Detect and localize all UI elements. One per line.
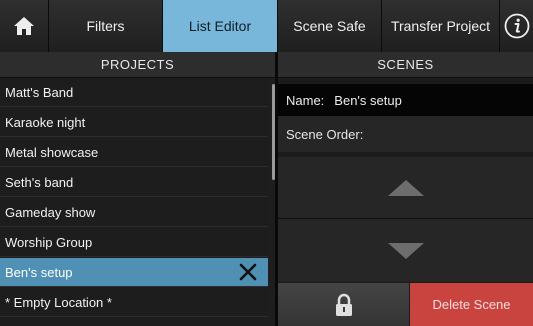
projects-scrollbar[interactable] [272,84,275,180]
move-down-button[interactable] [278,219,533,282]
project-item-empty-location[interactable]: * Empty Location * [0,288,268,317]
project-item-bens-setup[interactable]: Ben's setup [0,258,268,287]
project-item-worship-group[interactable]: Worship Group [0,228,268,257]
project-item-metal-showcase[interactable]: Metal showcase [0,138,268,167]
scene-name-label: Name: [286,92,325,108]
project-item-karaoke-night[interactable]: Karaoke night [0,108,268,137]
projects-list: Matt's Band Karaoke night Metal showcase… [0,78,275,326]
home-icon [14,17,34,35]
close-icon[interactable] [238,262,258,282]
project-label: Worship Group [5,234,93,250]
lock-icon [335,293,352,316]
triangle-up-icon [387,179,424,196]
project-label: * Empty Location * [5,294,112,310]
tab-list-editor[interactable]: List Editor [163,0,278,52]
delete-scene-button[interactable]: Delete Scene [410,283,533,326]
project-item-seths-band[interactable]: Seth's band [0,168,268,197]
home-button[interactable] [0,0,49,52]
scene-order-label: Scene Order: [286,126,364,142]
project-label: Karaoke night [5,114,86,130]
project-item-matts-band[interactable]: Matt's Band [0,78,268,107]
info-icon [504,13,529,39]
project-label: Matt's Band [5,84,74,100]
scene-name-row: Name: Ben's setup [278,84,533,116]
triangle-down-icon [387,242,424,259]
projects-header: PROJECTS [0,52,275,78]
top-navigation: Filters List Editor Scene Safe Transfer … [0,0,533,52]
tab-filters[interactable]: Filters [49,0,163,52]
lock-button[interactable] [278,283,409,326]
info-button[interactable] [500,0,533,52]
tab-scene-safe[interactable]: Scene Safe [278,0,382,52]
project-label: Gameday show [5,204,96,220]
scene-order-row: Scene Order: [278,116,533,152]
tab-transfer-project[interactable]: Transfer Project [382,0,500,52]
project-label: Seth's band [5,174,74,190]
project-label: Ben's setup [5,264,73,280]
project-label: Metal showcase [5,144,99,160]
scenes-header: SCENES [278,52,533,78]
move-up-button[interactable] [278,157,533,218]
project-item-gameday-show[interactable]: Gameday show [0,198,268,227]
scene-name-value[interactable]: Ben's setup [334,93,402,108]
